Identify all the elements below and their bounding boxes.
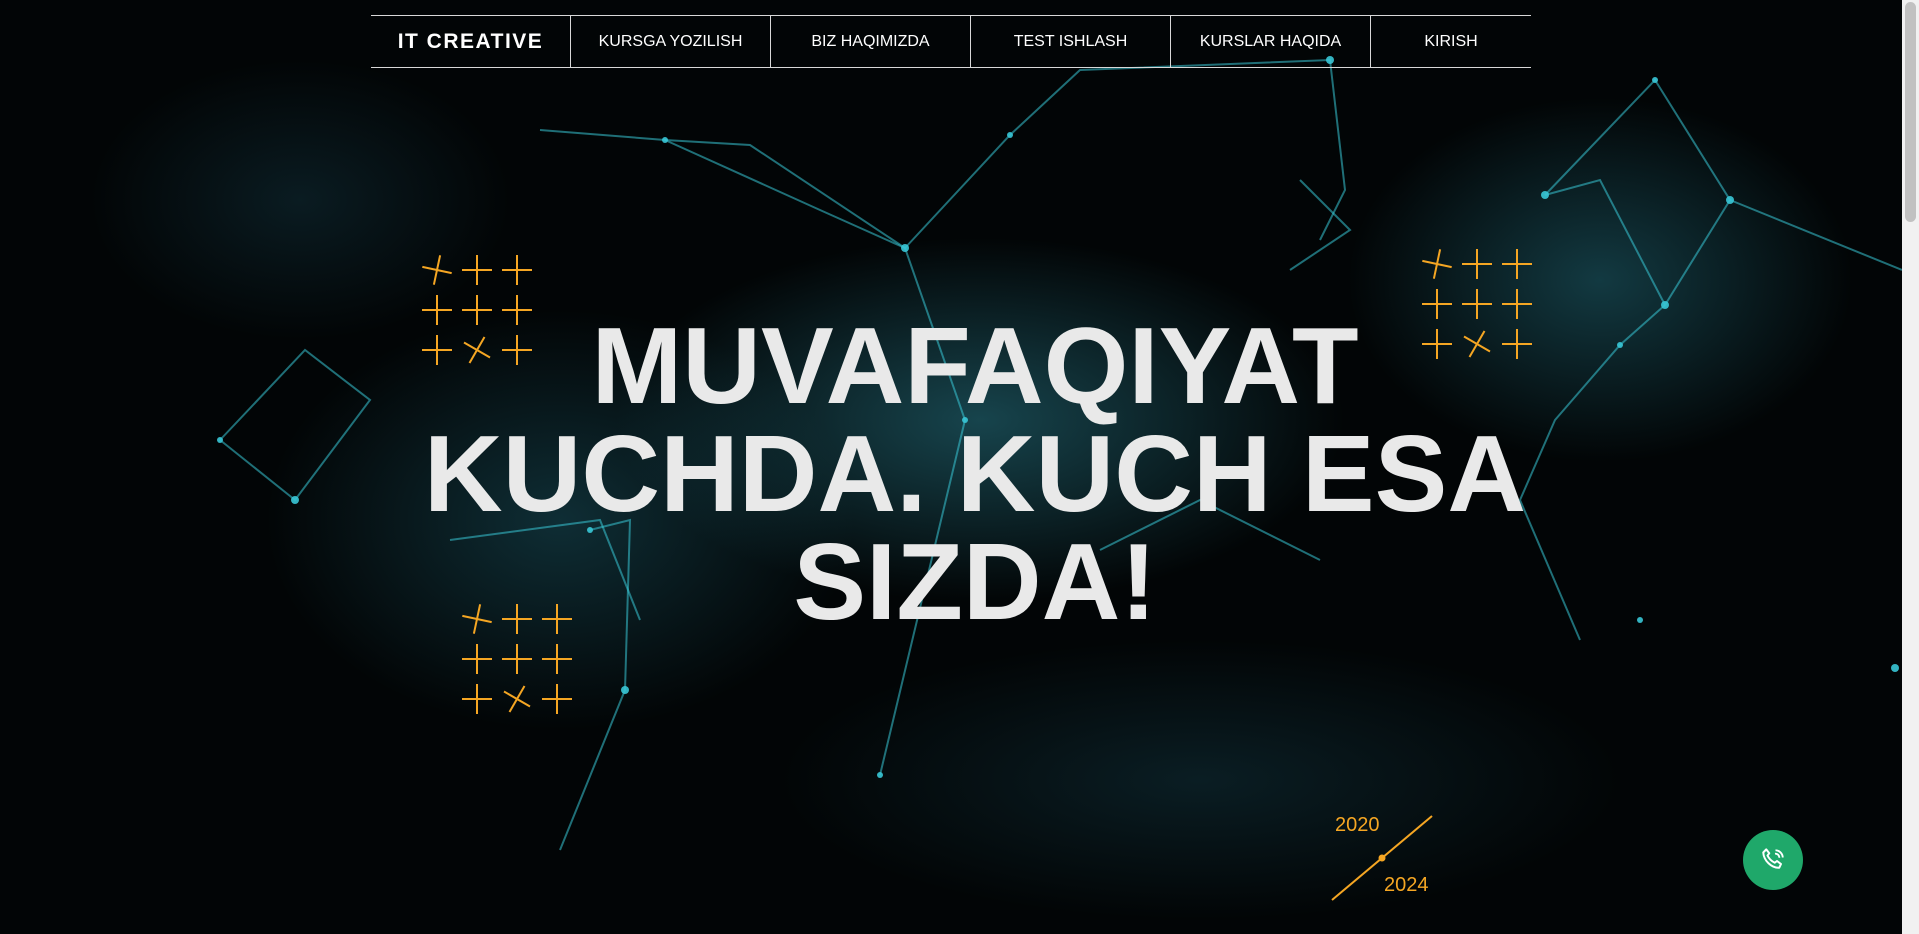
plus-cross-icon: [462, 255, 492, 285]
plus-cross-icon: [502, 644, 532, 674]
nav-item-kirish[interactable]: KIRISH: [1371, 16, 1531, 67]
plus-cross-icon: [542, 684, 572, 714]
brand-logo[interactable]: IT CREATIVE: [371, 16, 571, 67]
year-end: 2024: [1384, 874, 1429, 896]
plus-cross-icon: [542, 644, 572, 674]
plus-cross-icon: [462, 684, 492, 714]
plus-cross-icon: [422, 255, 452, 285]
top-navigation: IT CREATIVE KURSGA YOZILISH BIZ HAQIMIZD…: [371, 15, 1531, 68]
plus-cross-icon: [503, 685, 531, 713]
hero-headline: MUVAFAQIYAT KUCHDA. KUCH ESA SIZDA!: [400, 305, 1550, 643]
nav-item-kurslar-haqida[interactable]: KURSLAR HAQIDA: [1171, 16, 1371, 67]
page-scrollbar[interactable]: [1902, 0, 1919, 934]
year-range: 2020 2024: [1320, 808, 1440, 908]
hero-line-3: SIZDA!: [793, 521, 1157, 643]
hero-line-1: MUVAFAQIYAT: [591, 305, 1359, 427]
plus-cross-icon: [502, 255, 532, 285]
plus-cross-icon: [1462, 249, 1492, 279]
nav-item-test-ishlash[interactable]: TEST ISHLASH: [971, 16, 1171, 67]
nav-item-biz-haqimizda[interactable]: BIZ HAQIMIZDA: [771, 16, 971, 67]
year-start: 2020: [1335, 814, 1380, 836]
call-button[interactable]: [1743, 830, 1803, 890]
hero-line-2: KUCHDA. KUCH ESA: [423, 413, 1527, 535]
plus-cross-icon: [1502, 249, 1532, 279]
plus-cross-icon: [1422, 249, 1452, 279]
phone-call-icon: [1762, 848, 1784, 869]
nav-item-kursga-yozilish[interactable]: KURSGA YOZILISH: [571, 16, 771, 67]
scrollbar-thumb[interactable]: [1905, 2, 1916, 222]
plus-cross-icon: [462, 644, 492, 674]
